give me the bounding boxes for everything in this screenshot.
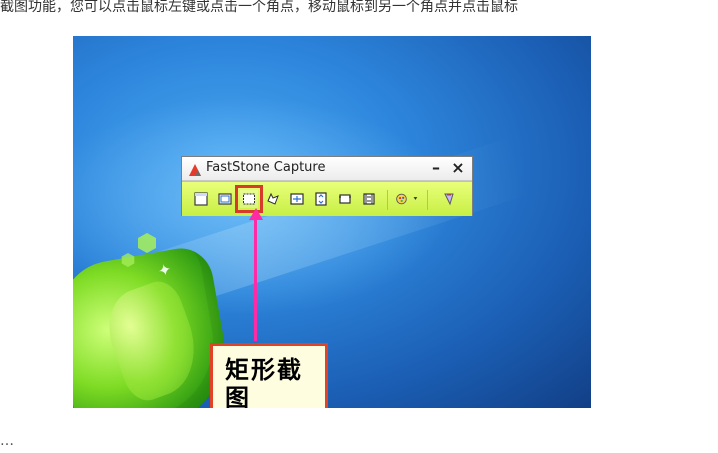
screenshot-image: ✦ FastStone Capture – × 矩形截图 [73,36,591,408]
screen-recorder-icon [363,193,375,205]
capture-rectangular-region-icon [243,193,255,205]
faststone-capture-window: FastStone Capture – × [181,156,473,216]
capture-active-window-icon [194,192,208,206]
capture-full-screen-icon [290,193,304,205]
capture-rectangular-region-button[interactable] [235,185,263,213]
window-title: FastStone Capture [206,160,326,175]
capture-fixed-region-icon [339,194,351,204]
article-bottom-text: … [0,433,14,449]
output-settings-dropdown-icon [396,193,418,205]
callout-text: 矩形截图 [225,356,303,408]
toolbar-separator [427,190,428,210]
capture-fixed-region-button[interactable] [336,190,354,208]
capture-window-object-button[interactable] [216,190,234,208]
capture-toolbar [182,181,472,216]
output-settings-dropdown[interactable] [394,190,422,208]
capture-freehand-region-button[interactable] [264,190,282,208]
close-button[interactable]: × [450,158,466,178]
capture-window-object-icon [218,193,232,205]
capture-scrolling-window-icon [315,192,327,206]
rectangular-capture-callout: 矩形截图 [210,343,328,408]
capture-active-window-button[interactable] [192,190,210,208]
faststone-logo-icon [188,162,202,176]
minimize-button[interactable]: – [428,158,444,178]
screen-recorder-button[interactable] [360,190,378,208]
capture-full-screen-button[interactable] [288,190,306,208]
settings-menu-button[interactable] [440,190,458,208]
hexagon-decoration [138,233,156,253]
window-titlebar[interactable]: FastStone Capture – × [182,157,472,181]
hexagon-decoration [121,253,135,267]
capture-scrolling-window-button[interactable] [312,190,330,208]
toolbar-separator [387,190,388,210]
settings-menu-icon [444,193,454,206]
article-top-text: 截图功能，您可以点击鼠标左键或点击一个角点，移动鼠标到另一个角点并点击鼠标 [0,0,518,15]
capture-freehand-region-icon [267,192,279,205]
pointer-arrow-line [254,219,257,341]
